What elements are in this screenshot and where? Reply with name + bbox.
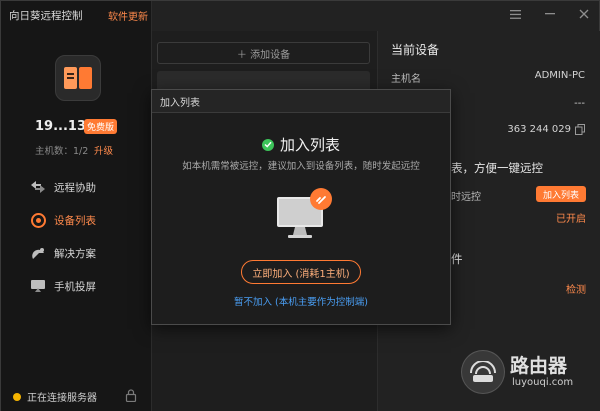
watermark-url: luyouqi.com	[512, 377, 574, 388]
device-list-icon	[30, 212, 46, 228]
dialog-heading-text: 加入列表	[279, 136, 340, 154]
app-window: 向日葵远程控制 软件更新 19...13 免费版 主机数：1/2 升级 远程协助…	[0, 0, 600, 411]
enabled-status: 已开启	[556, 214, 586, 225]
connection-status-text: 正在连接服务器	[27, 393, 97, 404]
check-circle-icon	[261, 138, 274, 151]
device-id-value: 363 244 029	[507, 124, 571, 135]
anytime-remote-label: 时远控	[451, 192, 481, 203]
watermark-text: 路由器	[510, 355, 568, 377]
minimize-icon[interactable]	[542, 7, 558, 21]
dialog-heading: 加入列表	[152, 134, 450, 155]
not-now-link[interactable]: 暂不加入 (本机主要作为控制端)	[152, 294, 450, 308]
upgrade-link[interactable]: 升级	[94, 143, 113, 157]
app-title: 向日葵远程控制	[9, 10, 83, 22]
nav-item-screen-cast[interactable]: 手机投屏	[30, 276, 96, 296]
nav-item-label: 远程协助	[54, 181, 96, 194]
edition-badge: 免费版	[84, 119, 118, 134]
copy-icon[interactable]	[575, 124, 585, 138]
join-list-promo: 表，方便一键远控	[451, 161, 543, 175]
hostname-label: 主机名	[391, 74, 421, 85]
add-device-button[interactable]: ＋ 添加设备	[157, 42, 370, 64]
join-now-button[interactable]: 立即加入 (消耗1主机)	[241, 260, 361, 284]
nav-item-label: 手机投屏	[54, 280, 96, 293]
connection-status: 正在连接服务器	[13, 389, 97, 404]
hostname-value: ADMIN-PC	[534, 70, 585, 81]
app-logo-icon	[55, 55, 101, 101]
monitor-link-icon	[275, 187, 339, 246]
nav-item-label: 解决方案	[54, 247, 96, 260]
component-heading: 件	[451, 252, 463, 266]
device-code: 19...13	[35, 119, 86, 134]
check-link[interactable]: 检测	[566, 281, 586, 296]
sidebar: 向日葵远程控制 软件更新 19...13 免费版 主机数：1/2 升级 远程协助…	[1, 1, 152, 411]
host-count: 主机数：1/2	[35, 146, 89, 157]
join-list-dialog: 加入列表 加入列表 如本机需常被远控，建议加入到设备列表，随时发起远控 立即加入…	[151, 89, 451, 325]
nav-item-remote-assist[interactable]: 远程协助	[30, 177, 96, 197]
dialog-titlebar: 加入列表	[152, 90, 450, 113]
remote-assist-icon	[30, 179, 46, 195]
router-logo-icon	[461, 350, 505, 394]
device-card[interactable]	[157, 71, 370, 89]
join-list-button[interactable]: 加入列表	[536, 186, 586, 202]
screen-cast-icon	[30, 278, 46, 294]
nav-item-device-list[interactable]: 设备列表	[30, 210, 96, 230]
current-device-title: 当前设备	[391, 43, 440, 57]
status-dot-icon	[13, 392, 21, 401]
placeholder-value: ---	[574, 98, 585, 109]
nav-item-solutions[interactable]: 解决方案	[30, 243, 96, 263]
close-icon[interactable]	[576, 7, 592, 21]
software-update-link[interactable]: 软件更新	[108, 8, 148, 23]
menu-icon[interactable]	[507, 7, 523, 21]
dialog-description: 如本机需常被远控，建议加入到设备列表，随时发起远控	[182, 161, 420, 172]
nav-item-label: 设备列表	[54, 214, 96, 227]
lock-icon[interactable]	[125, 389, 137, 405]
solution-icon	[30, 245, 46, 261]
